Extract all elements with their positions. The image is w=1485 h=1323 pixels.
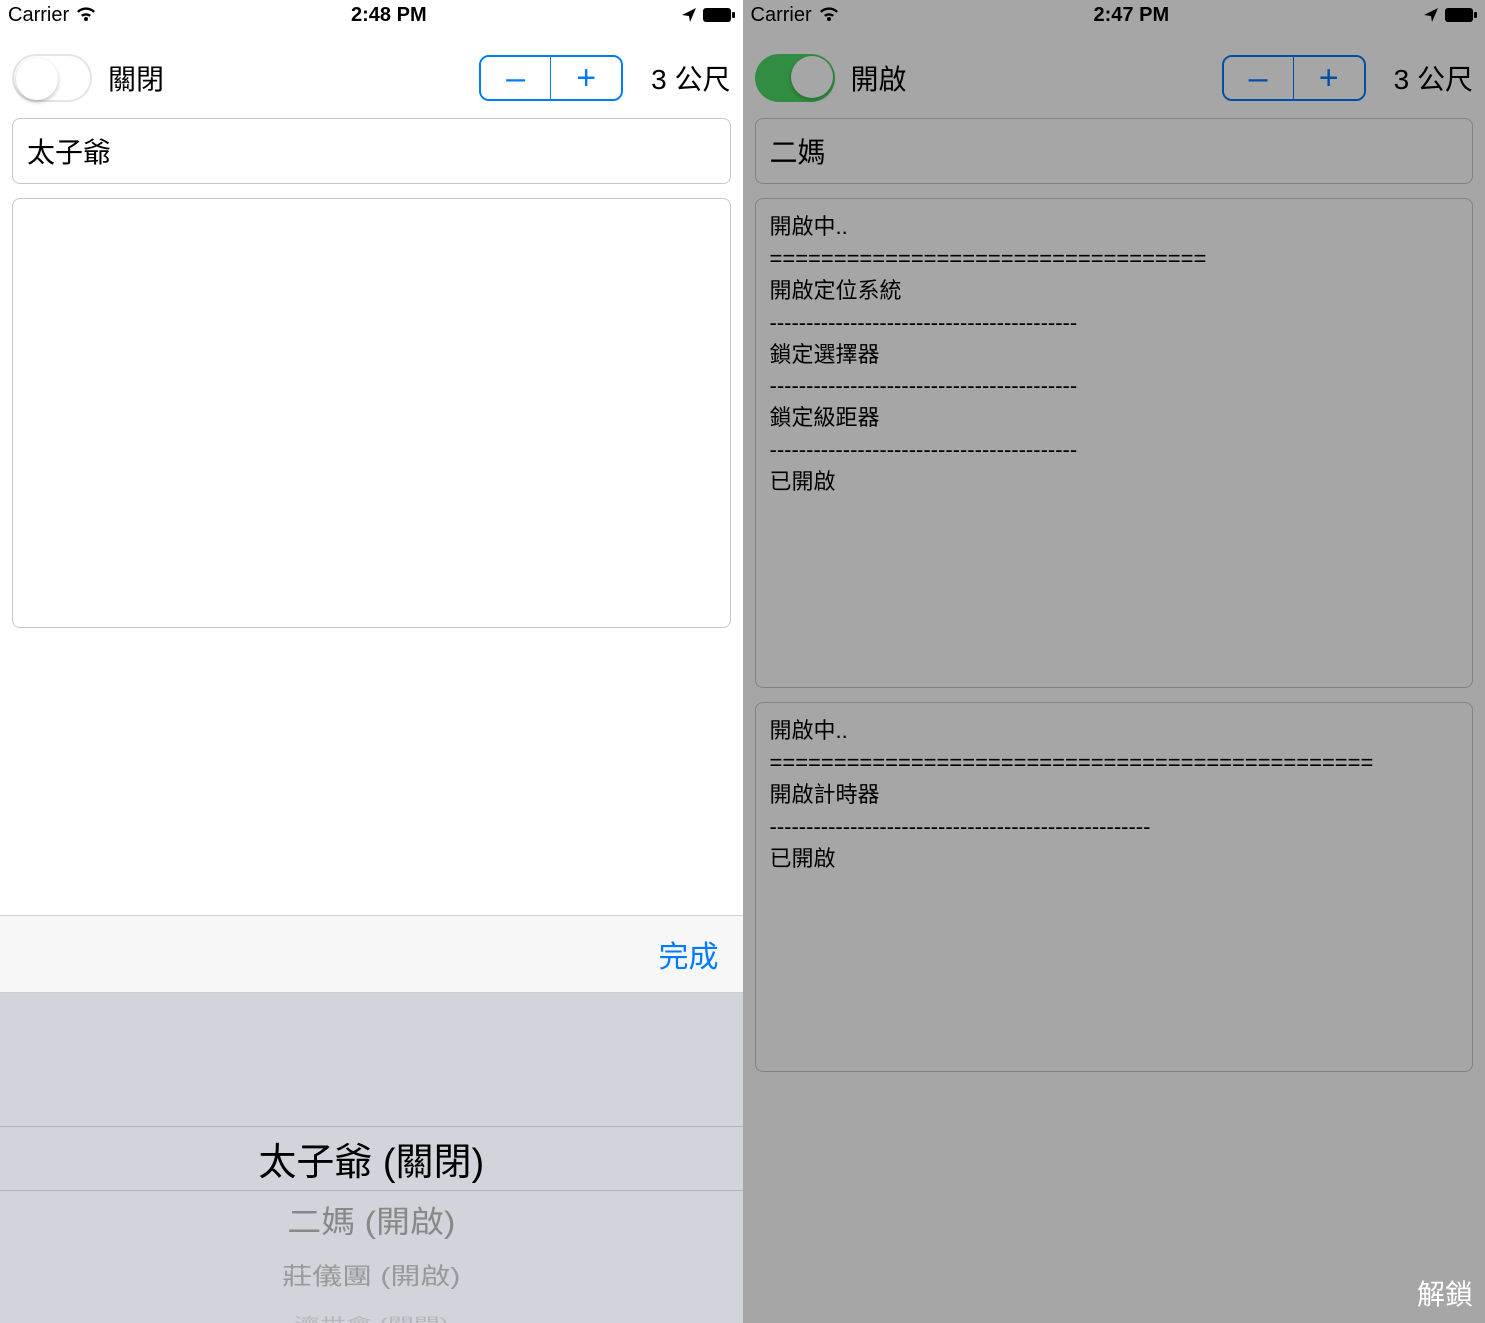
picker-wheel[interactable]: 太子爺 (關閉) 二媽 (開啟) 莊儀團 (開啟) 濟世會 (關閉): [0, 993, 743, 1323]
carrier-label: Carrier: [751, 4, 812, 27]
picker-toolbar: 完成: [0, 915, 743, 993]
distance-stepper: – +: [479, 55, 623, 101]
status-bar: Carrier 2:47 PM: [743, 0, 1485, 30]
log-box-1: [12, 198, 731, 628]
picker-option[interactable]: 濟世會 (關閉): [0, 1309, 743, 1323]
stepper-minus-button[interactable]: –: [481, 57, 551, 99]
picker-sheet: 完成 太子爺 (關閉) 二媽 (開啟) 莊儀團 (開啟) 濟世會 (關閉): [0, 915, 743, 1323]
status-time: 2:47 PM: [1094, 4, 1170, 27]
picker-done-button[interactable]: 完成: [659, 932, 719, 976]
unlock-button[interactable]: 解鎖: [1417, 1273, 1473, 1313]
picker-option[interactable]: 莊儀團 (開啟): [0, 1254, 743, 1295]
location-icon: [1423, 7, 1439, 23]
distance-label: 3 公尺: [1382, 58, 1473, 98]
item-selector[interactable]: 太子爺: [12, 118, 731, 184]
controls-row: 開啟 – + 3 公尺: [743, 30, 1485, 118]
picker-option[interactable]: 太子爺 (關閉): [0, 1126, 743, 1191]
status-bar: Carrier 2:48 PM: [0, 0, 743, 30]
toggle-label: 開啟: [851, 58, 1206, 98]
item-selector-value: 二媽: [770, 137, 826, 168]
toggle-label: 關閉: [108, 58, 463, 98]
log-box-1: 開啟中.. ==================================…: [755, 198, 1474, 688]
log-box-2: 開啟中.. ==================================…: [755, 702, 1474, 1072]
toggle-switch[interactable]: [755, 54, 835, 102]
carrier-label: Carrier: [8, 4, 69, 27]
screen-right: Carrier 2:47 PM 開啟: [743, 0, 1485, 1323]
item-selector-value: 太子爺: [27, 137, 111, 168]
wifi-icon: [818, 7, 840, 23]
stepper-plus-button[interactable]: +: [1294, 57, 1364, 99]
controls-row: 關閉 – + 3 公尺: [0, 30, 743, 118]
battery-icon: [1445, 8, 1477, 22]
distance-stepper: – +: [1222, 55, 1366, 101]
picker-option[interactable]: 二媽 (開啟): [0, 1194, 743, 1245]
stepper-plus-button[interactable]: +: [551, 57, 621, 99]
toggle-switch[interactable]: [12, 54, 92, 102]
wifi-icon: [75, 7, 97, 23]
battery-icon: [703, 8, 735, 22]
status-time: 2:48 PM: [351, 4, 427, 27]
distance-label: 3 公尺: [639, 58, 730, 98]
stepper-minus-button[interactable]: –: [1224, 57, 1294, 99]
screen-left: Carrier 2:48 PM 關閉: [0, 0, 743, 1323]
location-icon: [681, 7, 697, 23]
item-selector[interactable]: 二媽: [755, 118, 1474, 184]
